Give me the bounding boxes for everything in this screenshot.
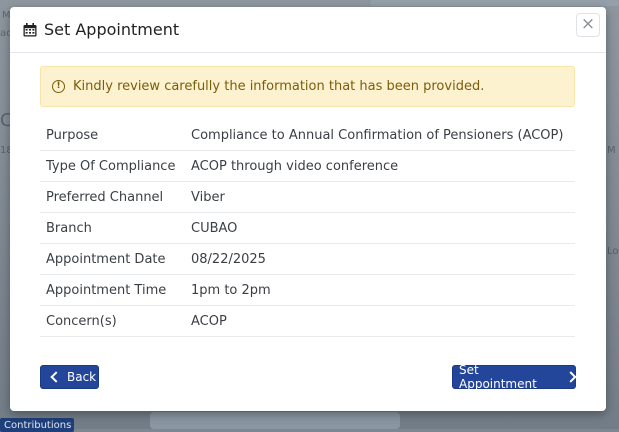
row-value: 1pm to 2pm [191, 274, 575, 306]
chevron-left-icon [50, 371, 62, 383]
row-label: Branch [40, 212, 191, 244]
modal-header: Set Appointment × [10, 7, 606, 53]
row-label: Preferred Channel [40, 181, 191, 213]
modal-title: Set Appointment [44, 20, 180, 39]
row-value: ACOP through video conference [191, 150, 575, 182]
background-card [150, 412, 400, 429]
table-row: Appointment Time 1pm to 2pm [40, 274, 575, 306]
calendar-icon [23, 22, 37, 36]
table-row: Type Of Compliance ACOP through video co… [40, 150, 575, 182]
background-text: Lo [607, 246, 619, 257]
row-label: Appointment Time [40, 274, 191, 306]
table-row: Branch CUBAO [40, 212, 575, 244]
contributions-button[interactable]: Contributions [0, 418, 74, 432]
row-value: Compliance to Annual Confirmation of Pen… [191, 120, 575, 151]
chevron-right-icon [565, 371, 577, 383]
set-appointment-button[interactable]: Set Appointment [452, 363, 577, 391]
table-row: Purpose Compliance to Annual Confirmatio… [40, 120, 575, 151]
background-card [370, 0, 619, 6]
table-row: Preferred Channel Viber [40, 181, 575, 213]
set-appointment-label: Set Appointment [459, 363, 537, 391]
row-value: Viber [191, 181, 575, 213]
appointment-details-table: Purpose Compliance to Annual Confirmatio… [40, 120, 575, 337]
table-row: Appointment Date 08/22/2025 [40, 243, 575, 275]
exclamation-circle-icon: ! [52, 80, 65, 93]
row-label: Appointment Date [40, 243, 191, 275]
row-label: Type Of Compliance [40, 150, 191, 182]
row-value: ACOP [191, 305, 575, 337]
review-alert: ! Kindly review carefully the informatio… [40, 66, 575, 107]
alert-text: Kindly review carefully the information … [73, 79, 485, 94]
row-label: Concern(s) [40, 305, 191, 337]
row-value: CUBAO [191, 212, 575, 244]
close-button[interactable]: × [576, 13, 600, 37]
background-text: M [607, 145, 616, 156]
back-label: Back [67, 370, 97, 384]
set-appointment-modal: Set Appointment × ! Kindly review carefu… [10, 7, 606, 411]
row-label: Purpose [40, 120, 191, 151]
back-button[interactable]: Back [40, 365, 99, 389]
row-value: 08/22/2025 [191, 243, 575, 275]
table-row: Concern(s) ACOP [40, 305, 575, 337]
